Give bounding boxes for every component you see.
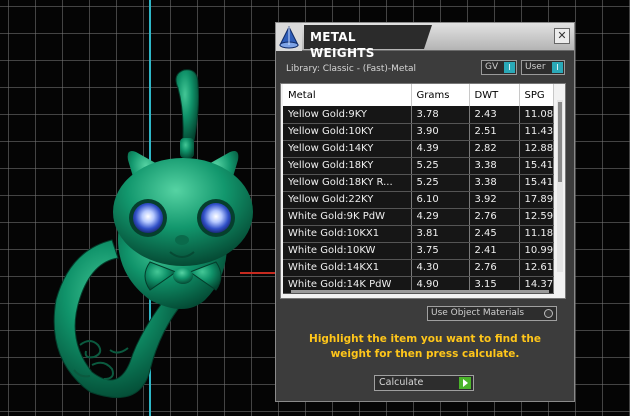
table-row[interactable]: Yellow Gold:9KY 3.78 2.43 11.08 xyxy=(283,106,554,124)
cell-spg: 15.41 xyxy=(519,174,554,192)
cell-grams: 4.30 xyxy=(411,259,470,277)
table-row[interactable]: Yellow Gold:10KY 3.90 2.51 11.43 xyxy=(283,123,554,141)
cell-dwt: 2.43 xyxy=(469,106,520,124)
table-row[interactable]: Yellow Gold:18KY R... 5.25 3.38 15.41 xyxy=(283,174,554,192)
table-row[interactable]: Yellow Gold:18KY 5.25 3.38 15.41 xyxy=(283,157,554,175)
gv-toggle-label: GV xyxy=(485,62,499,72)
gv-toggle-knob: I xyxy=(504,62,515,73)
dialog-titlebar[interactable]: METAL WEIGHTS ✕ xyxy=(276,23,574,60)
cell-dwt: 2.51 xyxy=(469,123,520,141)
cell-spg: 12.88 xyxy=(519,140,554,158)
cell-dwt: 2.82 xyxy=(469,140,520,158)
use-object-materials-toggle[interactable]: Use Object Materials xyxy=(427,306,557,321)
cell-metal: Yellow Gold:9KY xyxy=(283,106,412,124)
column-header-dwt[interactable]: DWT xyxy=(469,84,520,106)
cell-dwt: 2.76 xyxy=(469,259,520,277)
table-row[interactable]: Yellow Gold:14KY 4.39 2.82 12.88 xyxy=(283,140,554,158)
cell-spg: 11.43 xyxy=(519,123,554,141)
dialog-title: METAL WEIGHTS xyxy=(304,25,424,60)
library-label: Library: Classic - (Fast)-Metal xyxy=(286,64,417,74)
column-header-metal[interactable]: Metal xyxy=(283,84,412,106)
use-object-materials-label: Use Object Materials xyxy=(431,308,525,318)
cell-metal: Yellow Gold:10KY xyxy=(283,123,412,141)
cell-grams: 3.90 xyxy=(411,123,470,141)
table-row[interactable]: White Gold:9K PdW 4.29 2.76 12.59 xyxy=(283,208,554,226)
table-header-row: Metal Grams DWT SPG xyxy=(283,84,554,106)
cell-spg: 11.18 xyxy=(519,225,554,243)
instruction-text: Highlight the item you want to find the … xyxy=(309,333,541,360)
cell-spg: 10.99 xyxy=(519,242,554,260)
cell-spg: 12.59 xyxy=(519,208,554,226)
triangle-flask-icon xyxy=(276,23,302,51)
user-toggle[interactable]: User I xyxy=(521,60,565,75)
cell-dwt: 2.41 xyxy=(469,242,520,260)
cell-dwt: 2.45 xyxy=(469,225,520,243)
cell-grams: 6.10 xyxy=(411,191,470,209)
cell-dwt: 3.92 xyxy=(469,191,520,209)
gv-toggle[interactable]: GV I xyxy=(481,60,517,75)
cell-metal: White Gold:14KX1 xyxy=(283,259,412,277)
cell-dwt: 2.76 xyxy=(469,208,520,226)
cell-dwt: 3.38 xyxy=(469,174,520,192)
column-header-spg[interactable]: SPG xyxy=(519,84,554,106)
cell-spg: 11.08 xyxy=(519,106,554,124)
cell-metal: White Gold:10KW xyxy=(283,242,412,260)
table-row[interactable]: White Gold:14KX1 4.30 2.76 12.61 xyxy=(283,259,554,277)
cell-metal: Yellow Gold:14KY xyxy=(283,140,412,158)
close-icon: ✕ xyxy=(557,29,567,42)
column-header-grams[interactable]: Grams xyxy=(411,84,470,106)
cell-grams: 4.39 xyxy=(411,140,470,158)
cell-grams: 3.75 xyxy=(411,242,470,260)
calculate-label: Calculate xyxy=(379,377,424,388)
table-row[interactable]: White Gold:10KX1 3.81 2.45 11.18 xyxy=(283,225,554,243)
cell-grams: 4.29 xyxy=(411,208,470,226)
horizontal-scrollbar[interactable] xyxy=(291,290,549,293)
cell-grams: 5.25 xyxy=(411,174,470,192)
close-button[interactable]: ✕ xyxy=(554,28,570,44)
play-icon xyxy=(459,377,471,389)
table-row[interactable]: Yellow Gold:22KY 6.10 3.92 17.89 xyxy=(283,191,554,209)
cell-spg: 17.89 xyxy=(519,191,554,209)
metal-weights-table-frame: Metal Grams DWT SPG Yellow Gold:9KY 3.78… xyxy=(280,83,566,299)
user-toggle-knob: I xyxy=(552,62,563,73)
cell-grams: 5.25 xyxy=(411,157,470,175)
radio-icon xyxy=(544,309,553,318)
table-row[interactable]: White Gold:10KW 3.75 2.41 10.99 xyxy=(283,242,554,260)
left-eye xyxy=(133,203,163,233)
cell-metal: White Gold:10KX1 xyxy=(283,225,412,243)
user-toggle-label: User xyxy=(525,62,546,72)
title-tab-edge xyxy=(424,25,432,49)
calculate-button[interactable]: Calculate xyxy=(374,375,474,391)
cell-metal: White Gold:9K PdW xyxy=(283,208,412,226)
cell-metal: Yellow Gold:18KY R... xyxy=(283,174,412,192)
cell-spg: 12.61 xyxy=(519,259,554,277)
vertical-scrollbar-thumb[interactable] xyxy=(558,102,562,182)
cell-spg: 15.41 xyxy=(519,157,554,175)
cell-grams: 3.81 xyxy=(411,225,470,243)
metal-weights-dialog: METAL WEIGHTS ✕ Library: Classic - (Fast… xyxy=(275,22,575,402)
cell-metal: Yellow Gold:18KY xyxy=(283,157,412,175)
metal-weights-table: Metal Grams DWT SPG Yellow Gold:9KY 3.78… xyxy=(283,84,554,294)
cell-dwt: 3.38 xyxy=(469,157,520,175)
cell-metal: Yellow Gold:22KY xyxy=(283,191,412,209)
cell-grams: 3.78 xyxy=(411,106,470,124)
right-eye xyxy=(201,203,231,233)
